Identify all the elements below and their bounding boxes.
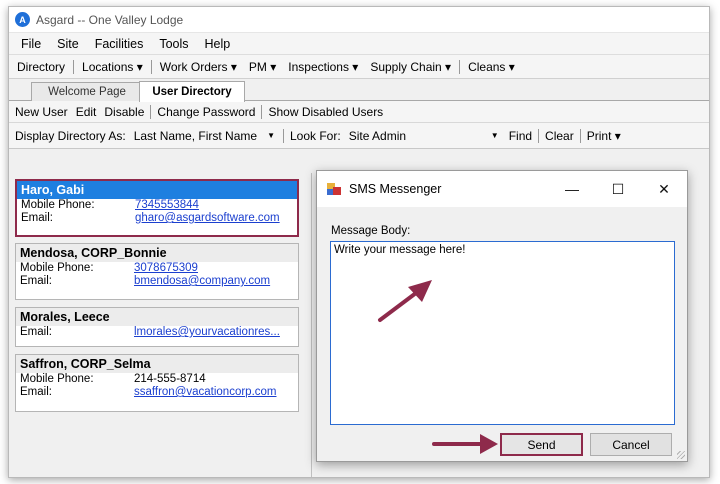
- field-label: Email:: [21, 212, 53, 224]
- look-for-select[interactable]: Site Admin ▼: [345, 129, 505, 143]
- separator: [459, 59, 461, 74]
- email-link[interactable]: gharo@asgardsoftware.com: [135, 212, 280, 225]
- cancel-button[interactable]: Cancel: [590, 433, 672, 456]
- edit-button[interactable]: Edit: [72, 105, 101, 119]
- show-disabled-users-button[interactable]: Show Disabled Users: [264, 105, 387, 119]
- display-directory-select[interactable]: Last Name, First Name ▼: [130, 129, 281, 143]
- minimize-icon[interactable]: —: [549, 171, 595, 207]
- message-body-input[interactable]: Write your message here!: [330, 241, 675, 425]
- nav-directory[interactable]: Directory: [11, 60, 71, 74]
- menu-bar: File Site Facilities Tools Help: [9, 33, 709, 55]
- directory-toolbar: New User Edit Disable Change Password Sh…: [9, 101, 709, 123]
- look-for-value: Site Admin: [348, 128, 407, 143]
- menu-site[interactable]: Site: [49, 37, 87, 51]
- contact-row: Mobile Phone: 3078675309: [16, 262, 298, 275]
- disable-button[interactable]: Disable: [100, 105, 148, 119]
- email-link[interactable]: bmendosa@company.com: [134, 275, 270, 288]
- dialog-title-bar: SMS Messenger — ☐ ✕: [317, 171, 687, 207]
- clear-button[interactable]: Clear: [541, 129, 578, 143]
- nav-locations[interactable]: Locations ▾: [76, 60, 149, 74]
- contact-name: Haro, Gabi: [17, 181, 297, 199]
- email-link[interactable]: lmorales@yourvacationres...: [134, 326, 280, 339]
- nav-cleans[interactable]: Cleans ▾: [462, 60, 521, 74]
- app-logo-icon: A: [15, 12, 30, 27]
- sms-messenger-dialog: SMS Messenger — ☐ ✕ Message Body: Write …: [316, 170, 688, 462]
- contact-card[interactable]: Morales, Leece Email: lmorales@yourvacat…: [15, 307, 299, 347]
- field-label: Email:: [20, 326, 52, 338]
- field-label: Mobile Phone:: [20, 373, 94, 385]
- contact-row: Email: gharo@asgardsoftware.com: [17, 212, 297, 225]
- close-icon[interactable]: ✕: [641, 171, 687, 207]
- contact-card[interactable]: Saffron, CORP_Selma Mobile Phone: 214-55…: [15, 354, 299, 412]
- separator: [150, 59, 152, 74]
- separator: [283, 128, 284, 143]
- filter-bar: Display Directory As: Last Name, First N…: [9, 123, 709, 149]
- window-controls: — ☐ ✕: [549, 171, 687, 207]
- contact-row: Mobile Phone: 214-555-8714: [16, 373, 298, 386]
- field-label: Mobile Phone:: [20, 262, 94, 274]
- contact-name: Morales, Leece: [16, 308, 298, 326]
- title-bar: A Asgard -- One Valley Lodge: [9, 7, 709, 33]
- dialog-title: SMS Messenger: [349, 182, 442, 196]
- send-button[interactable]: Send: [500, 433, 583, 456]
- separator: [261, 104, 263, 119]
- window-title: Asgard -- One Valley Lodge: [36, 12, 184, 27]
- resize-grip[interactable]: [677, 451, 685, 459]
- look-for-label: Look For:: [290, 128, 341, 143]
- separator: [150, 104, 152, 119]
- separator: [73, 59, 75, 74]
- chevron-down-icon: ▼: [267, 131, 275, 140]
- document-tabs: Welcome Page User Directory: [9, 79, 709, 102]
- contact-card[interactable]: Haro, Gabi Mobile Phone: 7345553844 Emai…: [15, 179, 299, 237]
- mobile-phone-value: 214-555-8714: [134, 373, 206, 385]
- email-link[interactable]: ssaffron@vacationcorp.com: [134, 386, 277, 399]
- mobile-phone-link[interactable]: 3078675309: [134, 262, 198, 275]
- message-body-label: Message Body:: [331, 225, 411, 237]
- tab-welcome-page[interactable]: Welcome Page: [31, 82, 143, 101]
- contact-card[interactable]: Mendosa, CORP_Bonnie Mobile Phone: 30786…: [15, 243, 299, 300]
- nav-pm[interactable]: PM ▾: [243, 60, 282, 74]
- display-directory-value: Last Name, First Name: [133, 128, 258, 143]
- contact-name: Saffron, CORP_Selma: [16, 355, 298, 373]
- menu-facilities[interactable]: Facilities: [87, 37, 152, 51]
- nav-work-orders[interactable]: Work Orders ▾: [154, 60, 243, 74]
- splitter[interactable]: [311, 173, 312, 477]
- contact-row: Email: bmendosa@company.com: [16, 275, 298, 288]
- menu-help[interactable]: Help: [197, 37, 239, 51]
- chevron-down-icon: ▼: [490, 131, 499, 140]
- contact-row: Email: ssaffron@vacationcorp.com: [16, 386, 298, 399]
- separator: [538, 128, 540, 143]
- tab-user-directory[interactable]: User Directory: [139, 81, 245, 102]
- print-button[interactable]: Print ▾: [583, 129, 625, 143]
- display-directory-label: Display Directory As:: [15, 128, 126, 143]
- module-nav-bar: Directory Locations ▾ Work Orders ▾ PM ▾…: [9, 55, 709, 79]
- nav-supply-chain[interactable]: Supply Chain ▾: [364, 60, 457, 74]
- separator: [579, 128, 581, 143]
- mobile-phone-link[interactable]: 7345553844: [135, 199, 199, 212]
- contact-row: Mobile Phone: 7345553844: [17, 199, 297, 212]
- maximize-icon[interactable]: ☐: [595, 171, 641, 207]
- change-password-button[interactable]: Change Password: [153, 105, 259, 119]
- sms-app-icon: [327, 183, 341, 195]
- field-label: Email:: [20, 275, 52, 287]
- field-label: Email:: [20, 386, 52, 398]
- find-button[interactable]: Find: [505, 129, 536, 143]
- contact-name: Mendosa, CORP_Bonnie: [16, 244, 298, 262]
- menu-tools[interactable]: Tools: [151, 37, 196, 51]
- menu-file[interactable]: File: [13, 37, 49, 51]
- nav-inspections[interactable]: Inspections ▾: [282, 60, 364, 74]
- new-user-button[interactable]: New User: [11, 105, 72, 119]
- contact-row: Email: lmorales@yourvacationres...: [16, 326, 298, 339]
- field-label: Mobile Phone:: [21, 199, 95, 211]
